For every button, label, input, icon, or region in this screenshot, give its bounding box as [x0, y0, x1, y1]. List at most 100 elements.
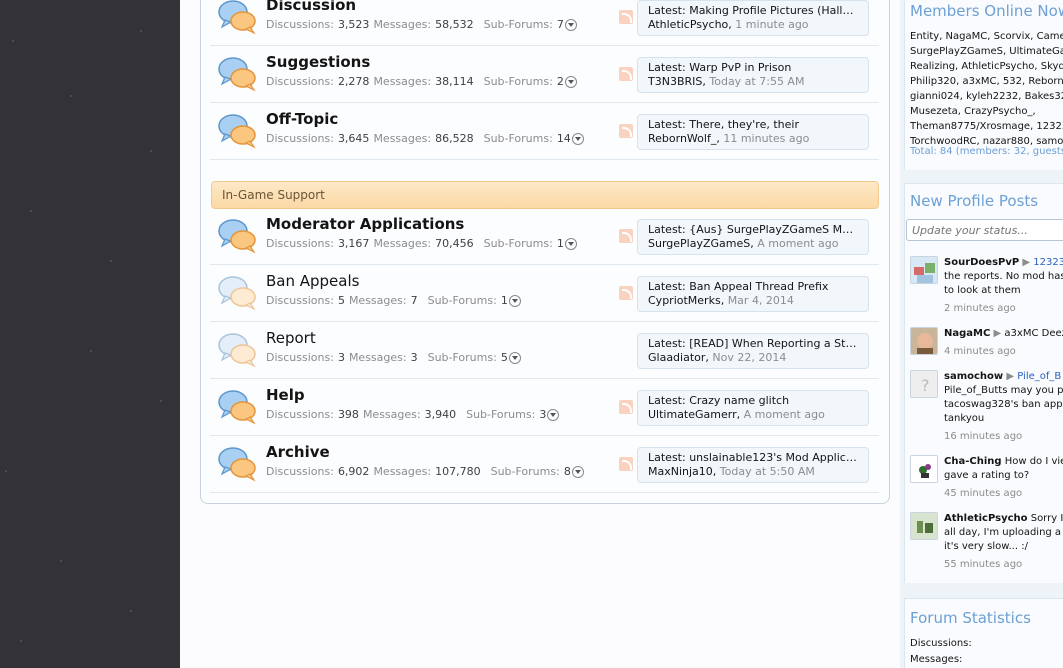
latest-prefix: Latest:	[648, 4, 686, 17]
discussions-count: 2,278	[337, 75, 370, 88]
members-online-line[interactable]: Musezeta, CrazyPsycho_,	[910, 104, 1063, 119]
forum-title-link[interactable]: Ban Appeals	[266, 272, 359, 290]
forum-title-link[interactable]: Report	[266, 329, 316, 347]
forum-title-link[interactable]: Moderator Applications	[266, 215, 464, 233]
arrow-right-icon: ▶	[1006, 371, 1015, 382]
subforums-dropdown-icon[interactable]	[547, 408, 560, 421]
subforums-dropdown-icon[interactable]	[571, 465, 584, 478]
latest-time: 1 minute ago	[735, 18, 809, 31]
forum-new-posts-icon	[218, 0, 256, 35]
forum-new-posts-icon	[218, 219, 256, 254]
latest-user-link[interactable]: AthleticPsycho	[648, 18, 728, 31]
latest-thread-link[interactable]: {Aus} SurgePlayZGameS Mod APP!...	[689, 223, 858, 236]
avatar[interactable]	[910, 327, 938, 355]
forum-node-report: Report Discussions: 3 Messages: 3 Sub-Fo…	[210, 322, 879, 379]
messages-label: Messages:	[362, 408, 421, 421]
members-online-line[interactable]: SurgePlayZGameS, UltimateGam	[910, 44, 1063, 59]
latest-thread-link[interactable]: Warp PvP in Prison	[689, 61, 791, 74]
forum-node-archive: Archive Discussions: 6,902 Messages: 107…	[210, 436, 879, 493]
post-author[interactable]: Cha-Ching	[944, 456, 1002, 467]
rss-feed-icon[interactable]	[619, 457, 633, 471]
members-online-line[interactable]: Theman8775/Xrosmage, 12323	[910, 119, 1063, 134]
rss-feed-icon[interactable]	[619, 400, 633, 414]
subforums-dropdown-icon[interactable]	[508, 294, 521, 307]
latest-time: Today at 5:50 AM	[719, 465, 815, 478]
members-online-list: Entity, NagaMC, Scorvix, Camel SurgePlay…	[910, 29, 1063, 149]
forum-node-help: Help Discussions: 398 Messages: 3,940 Su…	[210, 379, 879, 436]
post-text-line: tankyou	[944, 413, 985, 424]
post-target[interactable]: 12323e	[1033, 257, 1063, 268]
latest-thread-link[interactable]: unslainable123's Mod Application	[689, 451, 858, 464]
subforums-dropdown-icon[interactable]	[564, 18, 577, 31]
post-time[interactable]: 55 minutes ago	[944, 558, 1063, 572]
discussions-count: 3,167	[337, 237, 370, 250]
latest-time: 11 minutes ago	[723, 132, 810, 145]
forum-read-icon	[218, 276, 256, 311]
members-online-line[interactable]: Realizing, AthleticPsycho, Skydi	[910, 59, 1063, 74]
rss-feed-icon[interactable]	[619, 67, 633, 81]
latest-user-link[interactable]: RebornWolf_	[648, 132, 716, 145]
forum-title-link[interactable]: Help	[266, 386, 305, 404]
rss-feed-icon[interactable]	[619, 229, 633, 243]
post-author[interactable]: SourDoesPvP	[944, 257, 1019, 268]
post-time[interactable]: 4 minutes ago	[944, 345, 1063, 359]
members-online-line[interactable]: Philip320, a3xMC, 532, Reborn\	[910, 74, 1063, 89]
latest-thread-link[interactable]: [READ] When Reporting a Staff M...	[689, 337, 858, 350]
latest-thread-link[interactable]: Making Profile Pictures (Halloween...	[689, 4, 858, 17]
subforums-dropdown-icon[interactable]	[571, 132, 584, 145]
members-online-line[interactable]: Entity, NagaMC, Scorvix, Camel	[910, 29, 1063, 44]
rss-feed-icon[interactable]	[619, 10, 633, 24]
latest-user-link[interactable]: UltimateGamerr	[648, 408, 737, 421]
new-profile-posts-title: New Profile Posts	[910, 192, 1039, 210]
post-time[interactable]: 45 minutes ago	[944, 487, 1063, 501]
post-time[interactable]: 2 minutes ago	[944, 302, 1063, 316]
latest-thread-link[interactable]: There, they're, their	[689, 118, 799, 131]
post-author[interactable]: AthleticPsycho	[944, 513, 1028, 524]
avatar[interactable]: ?	[910, 370, 938, 398]
members-online-line[interactable]: gianni024, kyleh2232, Bakes32	[910, 89, 1063, 104]
post-author[interactable]: NagaMC	[944, 328, 990, 339]
latest-user-link[interactable]: MaxNinja10	[648, 465, 713, 478]
subforums-dropdown-icon[interactable]	[508, 351, 521, 364]
discussions-label: Discussions:	[266, 237, 334, 250]
latest-thread-link[interactable]: Crazy name glitch	[689, 394, 789, 407]
arrow-right-icon: ▶	[1022, 257, 1031, 268]
messages-count: 86,528	[435, 132, 474, 145]
subforums-count: 3	[539, 408, 547, 421]
category-header-in-game-support[interactable]: In-Game Support	[211, 181, 879, 209]
forum-statistics-block: Forum Statistics Discussions: Messages:	[904, 598, 1063, 668]
subforums-count: 8	[563, 465, 571, 478]
subforums-dropdown-icon[interactable]	[564, 75, 577, 88]
post-target[interactable]: a3xMC	[1004, 328, 1038, 339]
sidebar: Members Online Now Entity, NagaMC, Scorv…	[900, 0, 1063, 668]
rss-feed-icon[interactable]	[619, 286, 633, 300]
latest-post-box: Latest: Crazy name glitch UltimateGamerr…	[637, 390, 869, 426]
latest-user-link[interactable]: SurgePlayZGameS	[648, 237, 750, 250]
messages-count: 107,780	[435, 465, 481, 478]
statistics-discussions-label: Discussions:	[910, 638, 972, 649]
forum-title-link[interactable]: Archive	[266, 443, 330, 461]
latest-user-link[interactable]: Glaadiator	[648, 351, 705, 364]
post-author[interactable]: samochow	[944, 371, 1003, 382]
post-target[interactable]: Pile_of_B	[1017, 371, 1061, 382]
latest-time: A moment ago	[743, 408, 825, 421]
avatar[interactable]	[910, 512, 938, 540]
status-update-input[interactable]	[906, 219, 1063, 241]
subforums-dropdown-icon[interactable]	[564, 237, 577, 250]
latest-prefix: Latest:	[648, 337, 686, 350]
messages-label: Messages:	[373, 237, 432, 250]
members-online-title[interactable]: Members Online Now	[910, 2, 1063, 20]
avatar[interactable]	[910, 256, 938, 284]
rss-feed-icon[interactable]	[619, 124, 633, 138]
forum-title-link[interactable]: Discussion	[266, 0, 356, 14]
forum-new-posts-icon	[218, 390, 256, 425]
members-online-block: Members Online Now Entity, NagaMC, Scorv…	[904, 0, 1063, 170]
forum-title-link[interactable]: Suggestions	[266, 53, 370, 71]
avatar[interactable]	[910, 455, 938, 483]
subforums-label: Sub-Forums:	[490, 465, 560, 478]
latest-thread-link[interactable]: Ban Appeal Thread Prefix	[689, 280, 828, 293]
forum-title-link[interactable]: Off-Topic	[266, 110, 338, 128]
latest-user-link[interactable]: T3N3BRIS	[648, 75, 702, 88]
latest-user-link[interactable]: CypriotMerks	[648, 294, 721, 307]
post-time[interactable]: 16 minutes ago	[944, 430, 1063, 444]
